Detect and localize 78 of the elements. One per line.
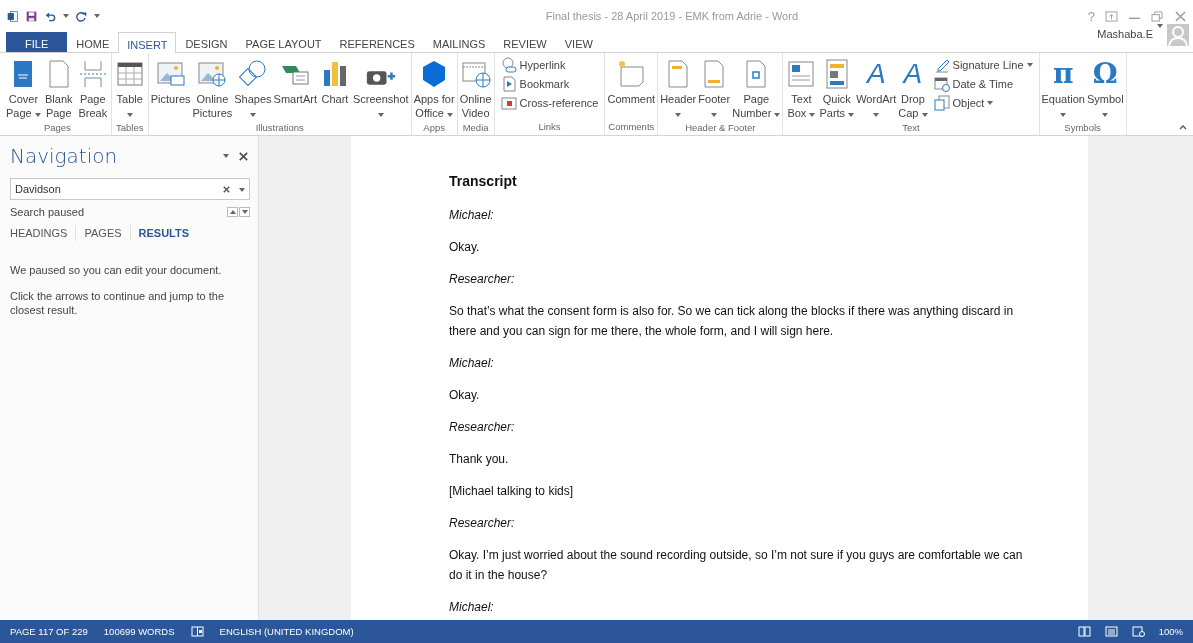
group-label: Links <box>537 121 562 134</box>
ribbon-tab[interactable]: REVIEW <box>494 32 556 52</box>
ribbon-button[interactable]: Header <box>659 56 698 122</box>
message-text: We paused so you can edit your document. <box>10 263 223 277</box>
speaker-label: Researcher: <box>449 419 516 436</box>
word-count[interactable]: 100699 WORDS <box>103 626 175 637</box>
paragraph-text: Okay. I’m just worried about the sound recording outside, so I’m not sure if you guys are comfortable we can do it in the house? <box>449 547 1024 584</box>
ribbon-tab[interactable]: REFERENCES <box>330 32 424 52</box>
ribbon-button[interactable]: Pictures <box>149 56 192 122</box>
ribbon-button[interactable]: Page Number <box>731 56 782 122</box>
pane-tab[interactable]: RESULTS <box>130 225 198 241</box>
glyph-icon: A <box>903 58 923 90</box>
group-label: Illustrations <box>254 122 305 135</box>
paragraph-text: Okay. <box>449 387 481 404</box>
glyph-icon: A <box>866 58 886 90</box>
search-status: Search paused <box>10 206 84 218</box>
pane-title: Navigation <box>10 144 118 168</box>
group-label: Apps <box>422 122 446 135</box>
pane-tab[interactable]: HEADINGS <box>10 225 77 241</box>
zoom-level[interactable]: 100% <box>1158 626 1183 637</box>
group-label: Text <box>901 122 921 135</box>
ribbon-button[interactable]: Quick Parts <box>818 56 856 122</box>
ribbon-tab[interactable]: VIEW <box>555 32 602 52</box>
ribbon-button[interactable]: Bookmark <box>498 75 601 93</box>
paragraph-text: So that’s what the consent form is also for. So we can tick along the blocks if there was anything discard in there and you can sign for me there, the whole form, and I will sign here. <box>449 303 1015 340</box>
paragraph-text: Thank you. <box>449 451 510 468</box>
ribbon-button[interactable]: A Drop Cap <box>897 56 929 122</box>
ribbon-button[interactable]: Ω Symbol <box>1085 56 1125 122</box>
ribbon-button[interactable]: SmartArt <box>272 56 318 122</box>
ribbon-button[interactable]: Blank Page <box>41 56 76 122</box>
speaker-label: Michael: <box>449 355 495 372</box>
ribbon-button[interactable]: Chart <box>318 56 352 122</box>
group-label: Media <box>461 122 490 135</box>
speaker-label: Researcher: <box>449 271 516 288</box>
ribbon-button[interactable]: Shapes <box>233 56 273 122</box>
message-text: Click the arrows to continue and jump to the closest result. <box>10 289 225 317</box>
speaker-label: Michael: <box>449 207 495 224</box>
speaker-label: Researcher: <box>449 515 516 532</box>
ribbon-button[interactable]: Table <box>112 56 147 122</box>
ribbon-button[interactable]: Cover Page <box>5 56 42 122</box>
ribbon-button[interactable]: Cross-reference <box>498 94 601 112</box>
file-tab[interactable]: FILE <box>6 32 68 52</box>
window-title: Final thesis - 28 April 2019 - EMK from Adrie - Word <box>544 10 799 22</box>
ribbon-tab[interactable]: INSERT <box>118 32 177 53</box>
ribbon-tab[interactable]: DESIGN <box>176 32 237 52</box>
group-label: Symbols <box>1063 122 1102 135</box>
ribbon-button[interactable]: Online Video <box>458 56 493 122</box>
group-label: Tables <box>115 122 145 135</box>
ribbon-button[interactable]: Footer <box>697 56 732 122</box>
ribbon-button[interactable]: Date & Time <box>931 75 1035 93</box>
heading-text: Transcript <box>449 172 518 191</box>
group-label: Pages <box>42 122 72 135</box>
page-count[interactable]: PAGE 117 OF 229 <box>10 626 88 637</box>
search-field[interactable]: Davidson <box>10 178 250 200</box>
ribbon-button[interactable]: Comment <box>606 56 657 121</box>
group-label: Comments <box>607 121 656 134</box>
ribbon-button[interactable]: π Equation <box>1040 56 1086 122</box>
paragraph-text: [Michael talking to kids] <box>449 483 575 500</box>
ribbon-tab[interactable]: MAILINGS <box>423 32 495 52</box>
ribbon-button[interactable]: Object <box>931 94 1035 112</box>
speaker-label: Michael: <box>449 599 495 616</box>
group-label: Header & Footer <box>684 122 757 135</box>
ribbon-button[interactable]: Online Pictures <box>191 56 234 122</box>
ribbon-button[interactable]: Text Box <box>784 56 819 122</box>
pane-tab[interactable]: PAGES <box>76 225 131 241</box>
ribbon-button[interactable]: Signature Line <box>931 56 1035 74</box>
ribbon-tab[interactable]: PAGE LAYOUT <box>236 32 331 52</box>
ribbon-button[interactable]: Hyperlink <box>498 56 601 74</box>
paragraph-text: Okay. <box>449 239 481 256</box>
ribbon-button[interactable]: Screenshot <box>352 56 410 122</box>
account-name[interactable]: Mashaba.E <box>1097 28 1153 40</box>
ribbon-button[interactable]: Apps for Office <box>412 56 456 122</box>
glyph-icon: Ω <box>1092 58 1118 90</box>
ribbon-button[interactable]: A WordArt <box>855 56 898 122</box>
ribbon-button[interactable]: Page Break <box>75 56 110 122</box>
glyph-icon: π <box>1053 58 1074 90</box>
ribbon-tab[interactable]: HOME <box>67 32 119 52</box>
language-label[interactable]: ENGLISH (UNITED KINGDOM) <box>219 626 354 637</box>
